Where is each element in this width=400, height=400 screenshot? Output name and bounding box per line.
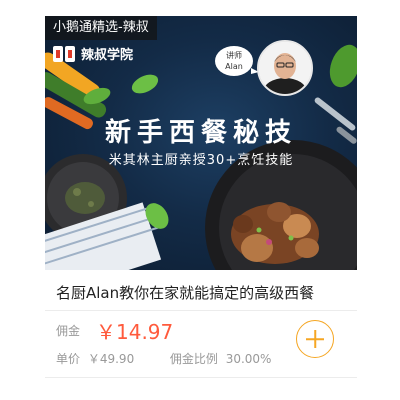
commission-rate-value: 30.00% [225, 352, 272, 366]
brand-name: 辣叔学院 [81, 48, 134, 63]
teacher-badge-title: 讲师 [226, 51, 242, 60]
source-tag: 小鹅通精选-辣叔 [45, 16, 157, 40]
unit-price-label: 单价 [56, 352, 81, 366]
commission-value: ￥14.97 [96, 320, 174, 344]
teacher-avatar [257, 40, 313, 96]
product-title[interactable]: 名厨Alan教你在家就能搞定的高级西餐 [56, 282, 356, 303]
bottom-divider [45, 377, 357, 378]
price-info-row: 单价 ￥49.90 佣金比例 30.00% [56, 350, 275, 367]
course-banner-image[interactable]: 小鹅通精选-辣叔 辣叔学院 讲师 Alan 新手西餐秘技 米其林主厨亲授30+烹… [45, 16, 357, 270]
brand-logo-icon [53, 45, 77, 63]
brand-logo: 辣叔学院 [53, 44, 133, 63]
teacher-badge-name: Alan [225, 62, 243, 71]
leaf-decoration [329, 44, 357, 88]
teacher-badge: 讲师 Alan [215, 46, 253, 76]
banner-headline: 新手西餐秘技 [104, 118, 297, 148]
banner-subhead: 米其林主厨亲授30+烹饪技能 [108, 153, 294, 168]
unit-price-value: ￥49.90 [87, 352, 135, 366]
commission-label: 佣金 [56, 324, 81, 338]
add-product-button[interactable] [296, 320, 334, 358]
commission-rate-label: 佣金比例 [169, 352, 218, 366]
divider [45, 310, 357, 311]
chef-portrait [259, 42, 311, 94]
product-card[interactable]: 小鹅通精选-辣叔 辣叔学院 讲师 Alan 新手西餐秘技 米其林主厨亲授30+烹… [0, 0, 400, 400]
